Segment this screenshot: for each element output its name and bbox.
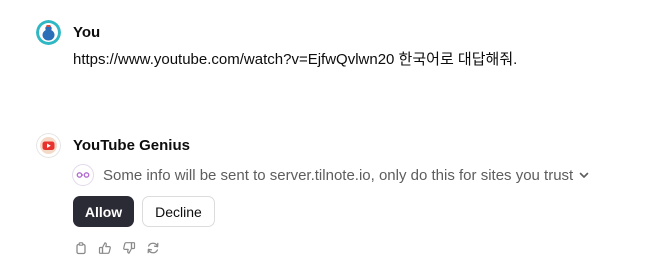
user-author-name: You: [73, 24, 101, 41]
notice-text: Some info will be sent to server.tilnote…: [103, 166, 574, 184]
data-sharing-notice[interactable]: Some info will be sent to server.tilnote…: [72, 164, 589, 186]
thumbs-down-icon[interactable]: [121, 240, 137, 256]
message-actions: [73, 240, 161, 256]
user-avatar-icon: [36, 20, 61, 45]
chat-thread: You https://www.youtube.com/watch?v=Ejfw…: [0, 0, 653, 274]
link-connection-icon: [72, 164, 94, 186]
regenerate-icon[interactable]: [145, 240, 161, 256]
assistant-author-name: YouTube Genius: [73, 137, 190, 154]
chevron-down-icon[interactable]: [579, 172, 589, 179]
user-message-text: https://www.youtube.com/watch?v=EjfwQvlw…: [73, 51, 518, 68]
thumbs-up-icon[interactable]: [97, 240, 113, 256]
allow-button[interactable]: Allow: [73, 196, 134, 227]
youtube-genius-avatar-icon: [36, 133, 61, 158]
decline-button[interactable]: Decline: [142, 196, 215, 227]
copy-icon[interactable]: [73, 240, 89, 256]
